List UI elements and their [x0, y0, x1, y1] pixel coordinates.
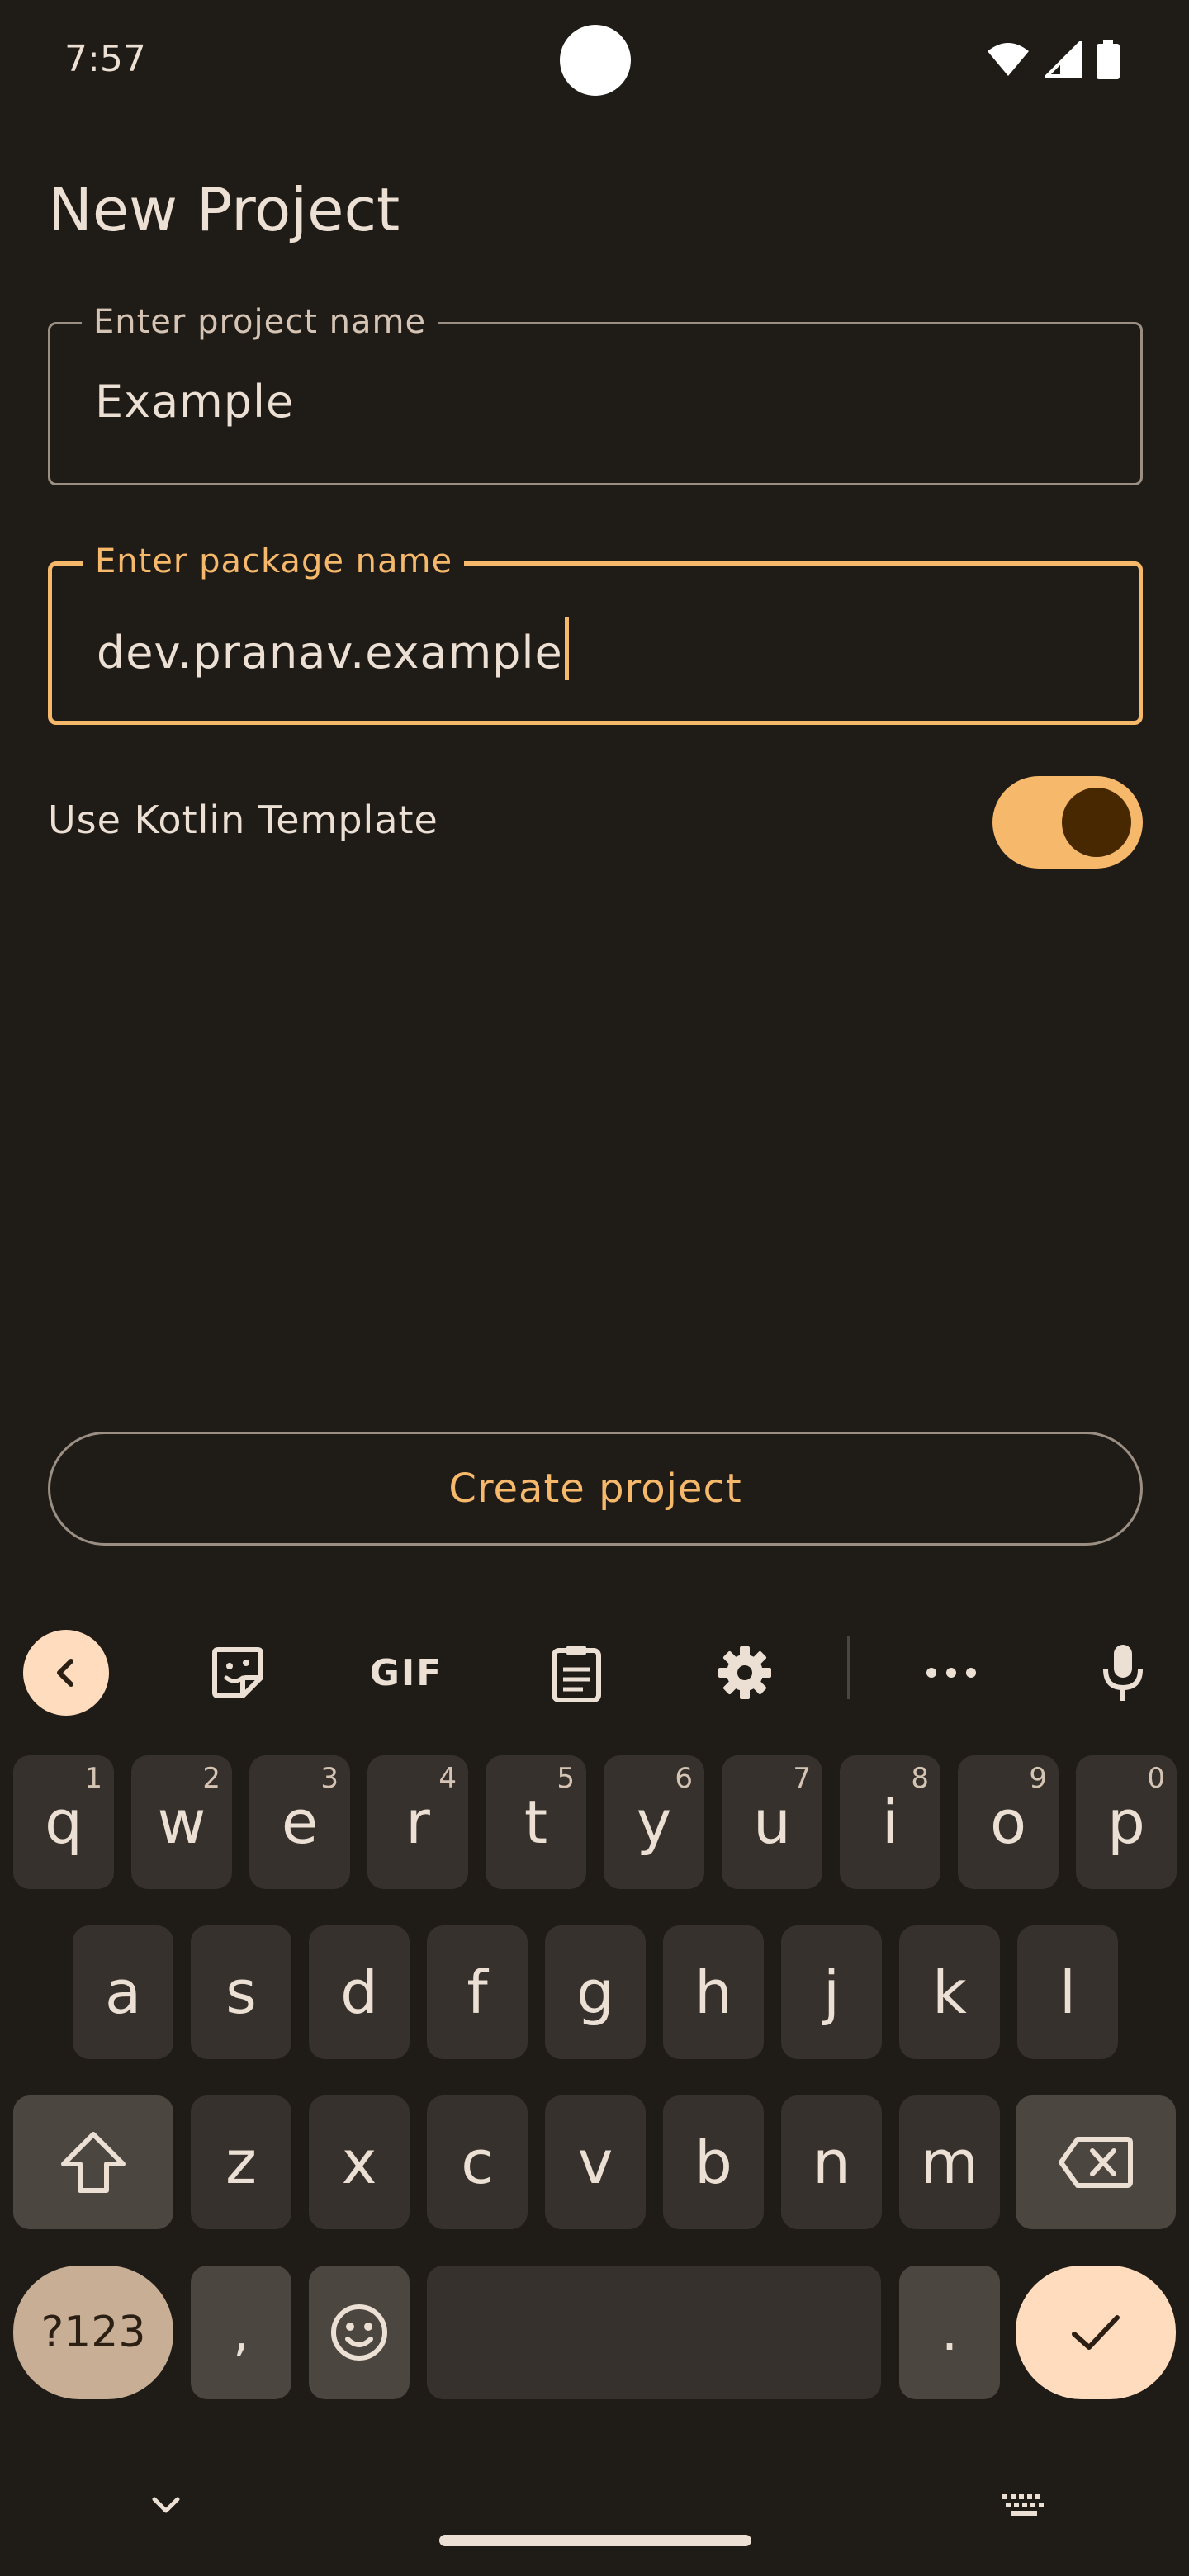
key-d[interactable]: d — [309, 1925, 410, 2059]
key-l[interactable]: l — [1017, 1925, 1118, 2059]
screen: 7:57 New Project Enter project name Exam… — [0, 0, 1189, 2576]
key-a[interactable]: a — [73, 1925, 173, 2059]
package-name-input-wrap[interactable]: dev.pranav.example — [97, 617, 569, 680]
soft-keyboard: GIF q 1 w 2 e 3 r 4 t 5 y 6 u 7 i 8 o 9 … — [0, 1593, 1189, 2576]
keyboard-nav-row — [0, 2460, 1189, 2576]
hide-keyboard-button[interactable] — [145, 2485, 187, 2526]
battery-icon — [1097, 40, 1120, 79]
gear-icon — [718, 1646, 771, 1699]
backspace-key[interactable] — [1016, 2095, 1176, 2229]
mic-icon — [1103, 1645, 1143, 1701]
camera-cutout — [560, 25, 631, 96]
key-w[interactable]: w2 — [131, 1755, 232, 1889]
key-r[interactable]: r4 — [367, 1755, 468, 1889]
chevron-down-icon — [152, 2497, 180, 2513]
keyboard-icon — [1002, 2494, 1044, 2516]
page-title: New Project — [48, 175, 400, 244]
emoji-key[interactable] — [309, 2266, 410, 2399]
key-u[interactable]: u7 — [722, 1755, 822, 1889]
package-name-input[interactable]: dev.pranav.example — [97, 627, 563, 679]
switch-thumb — [1062, 788, 1131, 857]
settings-button[interactable] — [702, 1630, 788, 1716]
chevron-left-icon — [57, 1659, 73, 1687]
key-y[interactable]: y6 — [604, 1755, 704, 1889]
voice-input-button[interactable] — [1080, 1630, 1166, 1716]
status-time: 7:57 — [64, 38, 146, 80]
key-m[interactable]: m — [899, 2095, 1000, 2229]
key-p[interactable]: p0 — [1076, 1755, 1177, 1889]
shift-key[interactable] — [13, 2095, 173, 2229]
key-z[interactable]: z — [191, 2095, 291, 2229]
clipboard-icon — [552, 1646, 601, 1702]
keyboard-toolbar: GIF — [0, 1593, 1189, 1750]
period-key[interactable]: . — [899, 2266, 1000, 2399]
project-name-input[interactable]: Example — [95, 376, 294, 428]
key-g[interactable]: g — [545, 1925, 646, 2059]
emoji-icon — [331, 2304, 387, 2361]
package-name-label: Enter package name — [83, 542, 465, 580]
key-v[interactable]: v — [545, 2095, 646, 2229]
wifi-icon — [988, 43, 1029, 76]
shift-icon — [61, 2132, 126, 2193]
key-x[interactable]: x — [309, 2095, 410, 2229]
package-name-field[interactable]: Enter package name dev.pranav.example — [48, 542, 1143, 725]
key-i[interactable]: i8 — [840, 1755, 940, 1889]
gif-button[interactable]: GIF — [363, 1630, 449, 1716]
text-caret — [564, 617, 569, 680]
sticker-button[interactable] — [195, 1630, 281, 1716]
project-name-field[interactable]: Enter project name Example — [48, 303, 1143, 485]
key-t[interactable]: t5 — [486, 1755, 586, 1889]
create-project-button[interactable]: Create project — [48, 1432, 1143, 1546]
toolbar-divider — [847, 1636, 850, 1699]
symbols-key[interactable]: ?123 — [13, 2266, 173, 2399]
kotlin-template-switch[interactable] — [992, 776, 1143, 869]
enter-key[interactable] — [1016, 2266, 1176, 2399]
home-gesture-bar[interactable] — [439, 2535, 751, 2546]
status-icons — [986, 40, 1120, 79]
key-n[interactable]: n — [781, 2095, 882, 2229]
checkmark-icon — [1072, 2315, 1120, 2350]
backspace-icon — [1059, 2137, 1133, 2188]
space-key[interactable] — [427, 2266, 881, 2399]
more-button[interactable] — [908, 1630, 994, 1716]
key-j[interactable]: j — [781, 1925, 882, 2059]
comma-key[interactable]: , — [191, 2266, 291, 2399]
key-e[interactable]: e3 — [249, 1755, 350, 1889]
status-bar: 7:57 — [0, 0, 1189, 124]
key-k[interactable]: k — [899, 1925, 1000, 2059]
switch-keyboard-button[interactable] — [999, 2485, 1049, 2526]
key-s[interactable]: s — [191, 1925, 291, 2059]
signal-icon — [1045, 41, 1082, 78]
key-f[interactable]: f — [427, 1925, 528, 2059]
sticker-icon — [212, 1647, 263, 1698]
kotlin-toggle-label: Use Kotlin Template — [48, 798, 438, 842]
project-name-label: Enter project name — [82, 303, 438, 341]
clipboard-button[interactable] — [533, 1630, 619, 1716]
key-o[interactable]: o9 — [958, 1755, 1059, 1889]
key-h[interactable]: h — [663, 1925, 764, 2059]
gif-label: GIF — [369, 1651, 443, 1694]
key-b[interactable]: b — [663, 2095, 764, 2229]
keyboard-back-button[interactable] — [23, 1630, 109, 1716]
key-c[interactable]: c — [427, 2095, 528, 2229]
more-icon — [926, 1668, 976, 1678]
key-q[interactable]: q1 — [13, 1755, 114, 1889]
